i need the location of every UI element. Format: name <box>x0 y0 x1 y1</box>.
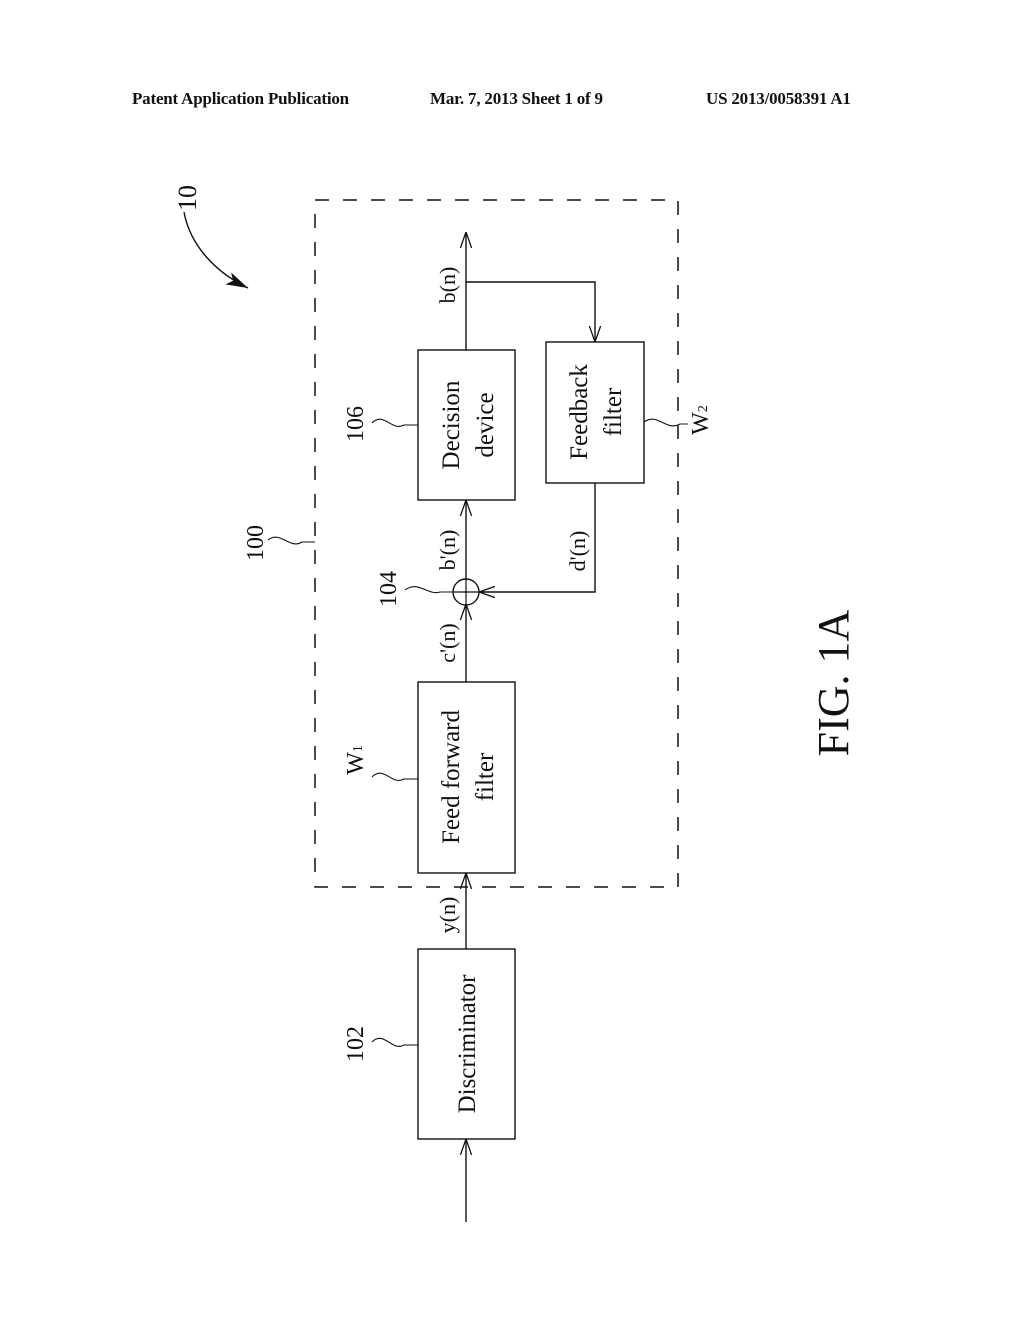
y-signal-label: y(n) <box>435 897 460 934</box>
feed-forward-ref: W1 <box>343 745 369 775</box>
decision-ref: 106 <box>343 406 369 442</box>
c-signal-label: c'(n) <box>435 623 460 662</box>
svg-text:W1: W1 <box>343 745 369 775</box>
feedback-ref: W2 <box>688 405 714 435</box>
adder-leader <box>404 586 453 594</box>
feed-forward-label-line2: filter <box>472 752 499 801</box>
system-ref-label: 10 <box>173 185 202 211</box>
feed-forward-label-line1: Feed forward <box>438 710 465 844</box>
equalizer-ref-leader <box>267 536 315 545</box>
discriminator-ref: 102 <box>343 1026 369 1062</box>
system-ref-arrow <box>183 211 249 289</box>
b-prime-signal-label: b'(n) <box>435 530 460 571</box>
equalizer-ref-label: 100 <box>243 525 269 561</box>
feedback-label-line2: filter <box>600 387 627 436</box>
discriminator-leader <box>371 1037 418 1047</box>
feedback-label-line1: Feedback <box>566 364 593 460</box>
decision-leader <box>371 418 418 427</box>
feedback-ref-leader <box>643 418 688 427</box>
feed-forward-filter-block <box>417 681 516 874</box>
block-diagram: 10 100 Discriminator 102 y(n) Feed forwa… <box>173 185 858 1222</box>
adder-ref: 104 <box>376 571 402 607</box>
figure-caption: FIG. 1A <box>809 609 858 756</box>
discriminator-label: Discriminator <box>454 974 481 1114</box>
feedback-filter-block <box>545 341 645 484</box>
feedback-branch-line <box>466 281 595 342</box>
d-signal-label: d'(n) <box>565 531 590 572</box>
svg-text:W2: W2 <box>688 405 714 435</box>
decision-label-line2: device <box>472 392 499 457</box>
feed-forward-leader <box>371 772 418 781</box>
decision-label-line1: Decision <box>438 380 465 469</box>
b-signal-label: b(n) <box>435 267 460 304</box>
decision-device-block <box>417 349 516 501</box>
